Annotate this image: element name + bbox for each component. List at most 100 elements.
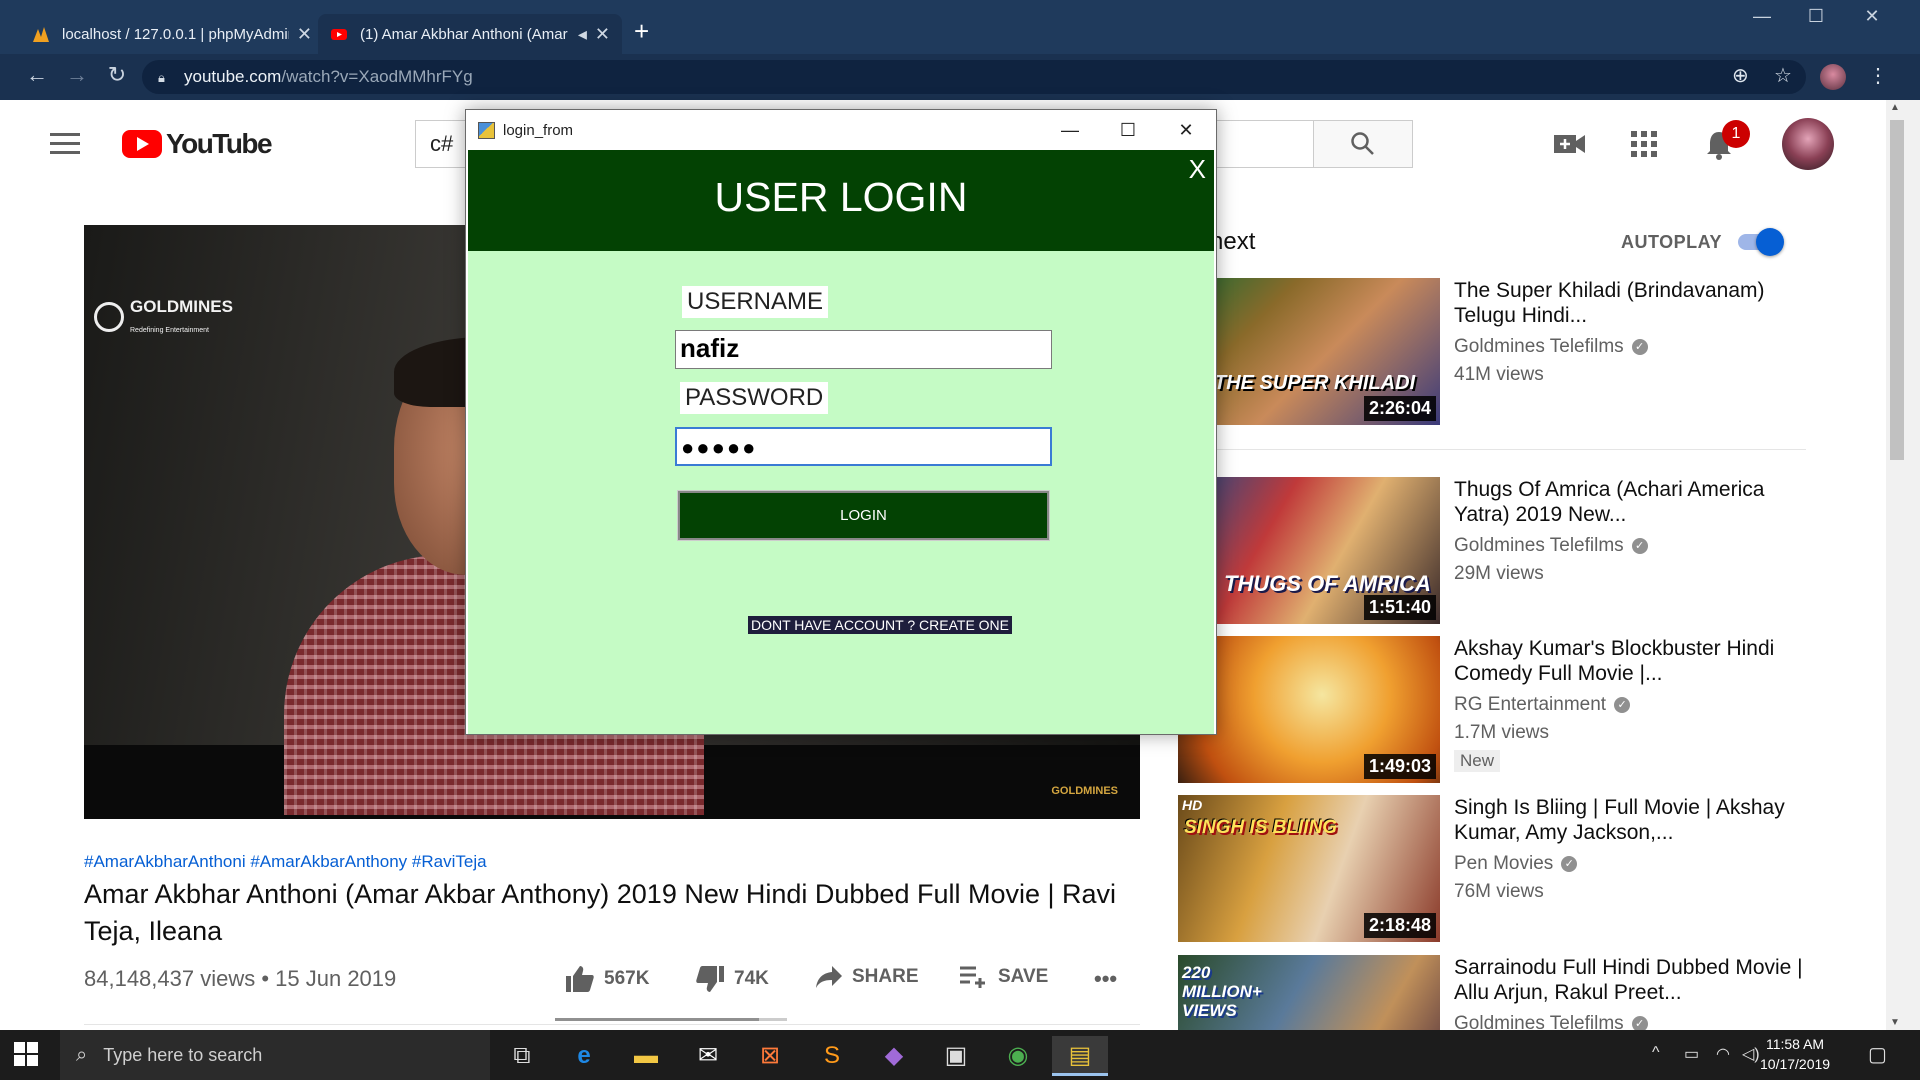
edge-browser-icon[interactable]: e bbox=[556, 1036, 612, 1076]
browser-profile-avatar[interactable] bbox=[1820, 64, 1846, 90]
video-watermark-logo: GOLDMINES Redefining Entertainment bbox=[94, 297, 233, 337]
zoom-icon[interactable]: ⊕ bbox=[1732, 63, 1749, 88]
winforms-app-icon[interactable]: ▤ bbox=[1052, 1036, 1108, 1076]
avatar[interactable] bbox=[1782, 118, 1834, 170]
tab-phpmyadmin[interactable]: localhost / 127.0.0.1 | phpMyAdmin ✕ bbox=[20, 14, 324, 54]
login-button[interactable]: LOGIN bbox=[677, 490, 1050, 541]
browser-menu-icon[interactable]: ⋮ bbox=[1868, 63, 1888, 88]
xampp-icon[interactable]: ⊠ bbox=[742, 1036, 798, 1076]
save-button[interactable]: SAVE bbox=[960, 966, 1048, 988]
autoplay-label: AUTOPLAY bbox=[1621, 232, 1723, 252]
dialog-close-button[interactable]: ✕ bbox=[1164, 114, 1208, 146]
windows-start-icon[interactable] bbox=[14, 1042, 38, 1066]
maximize-window-button[interactable]: ☐ bbox=[1796, 6, 1836, 27]
apps-grid-icon[interactable] bbox=[1631, 131, 1657, 157]
verified-check-icon: ✓ bbox=[1631, 339, 1648, 355]
recommendation-title[interactable]: Singh Is Bliing | Full Movie | Akshay Ku… bbox=[1454, 795, 1814, 845]
close-form-button[interactable]: X bbox=[1189, 154, 1206, 185]
share-button[interactable]: SHARE bbox=[816, 966, 919, 988]
battery-icon[interactable]: ▭ bbox=[1684, 1044, 1699, 1064]
file-explorer-icon[interactable]: ▬ bbox=[618, 1036, 674, 1076]
search-button[interactable] bbox=[1313, 120, 1413, 168]
new-tab-button[interactable]: + bbox=[634, 16, 649, 47]
chrome-icon[interactable]: ◉ bbox=[990, 1036, 1046, 1076]
minimize-window-button[interactable]: — bbox=[1742, 6, 1782, 27]
taskbar-clock[interactable]: 11:58 AM 10/17/2019 bbox=[1760, 1034, 1830, 1074]
username-field[interactable]: nafiz bbox=[675, 330, 1052, 369]
reload-button[interactable]: ↻ bbox=[102, 62, 132, 88]
password-field[interactable]: ●●●●● bbox=[675, 427, 1052, 466]
window-titlebar[interactable]: login_from bbox=[466, 110, 1216, 150]
new-badge: New bbox=[1454, 750, 1501, 772]
recommendation-item[interactable]: THUGS OF AMRICA 1:51:40 Thugs Of Amrica … bbox=[1178, 477, 1878, 627]
youtube-wordmark: YouTube bbox=[166, 128, 273, 159]
recommendation-item[interactable]: 220 MILLION+ VIEWS Sarrainodu Full Hindi… bbox=[1178, 955, 1878, 1030]
share-label: SHARE bbox=[852, 966, 919, 987]
app-form-icon bbox=[478, 121, 495, 139]
view-count: 29M views bbox=[1454, 563, 1544, 584]
hamburger-menu-icon[interactable] bbox=[50, 133, 80, 155]
forward-button[interactable]: → bbox=[62, 62, 92, 88]
thumbs-up-icon bbox=[566, 966, 594, 992]
video-thumbnail[interactable]: 220 MILLION+ VIEWS bbox=[1178, 955, 1440, 1030]
store-icon[interactable]: ▣ bbox=[928, 1036, 984, 1076]
dialog-minimize-button[interactable]: — bbox=[1048, 114, 1092, 146]
tray-overflow-icon[interactable]: ^ bbox=[1652, 1044, 1660, 1062]
create-video-icon[interactable] bbox=[1554, 133, 1586, 155]
divider bbox=[84, 1024, 1140, 1025]
address-bar[interactable]: 🔒︎ youtube.com/watch?v=XaodMMhrFYg bbox=[142, 60, 1806, 94]
channel-name[interactable]: Goldmines Telefilms ✓ bbox=[1454, 1013, 1648, 1030]
youtube-logo[interactable]: YouTube bbox=[122, 128, 273, 160]
back-button[interactable]: ← bbox=[22, 62, 52, 88]
scroll-up-arrow-icon[interactable]: ▲ bbox=[1890, 102, 1900, 113]
clock-date: 10/17/2019 bbox=[1760, 1056, 1831, 1072]
video-views-date: 84,148,437 views • 15 Jun 2019 bbox=[84, 966, 397, 991]
recommendation-item[interactable]: THE SUPER KHILADI 2:26:04 The Super Khil… bbox=[1178, 278, 1878, 428]
video-thumbnail[interactable]: 1:49:03 bbox=[1178, 636, 1440, 783]
password-label: PASSWORD bbox=[680, 382, 829, 414]
dialog-maximize-button[interactable]: ☐ bbox=[1106, 114, 1150, 146]
video-hashtags[interactable]: #AmarAkbharAnthoni #AmarAkbarAnthony #Ra… bbox=[84, 852, 487, 872]
autoplay-toggle[interactable] bbox=[1738, 228, 1784, 256]
video-thumbnail[interactable]: THE SUPER KHILADI 2:26:04 bbox=[1178, 278, 1440, 425]
scroll-down-arrow-icon[interactable]: ▼ bbox=[1890, 1017, 1900, 1028]
verified-check-icon: ✓ bbox=[1614, 697, 1631, 713]
sublime-text-icon[interactable]: S bbox=[804, 1036, 860, 1076]
url-host: youtube.com bbox=[184, 67, 282, 86]
window-title: login_from bbox=[503, 121, 574, 139]
like-button[interactable]: 567K bbox=[566, 966, 649, 992]
volume-icon[interactable]: ◁) bbox=[1742, 1044, 1760, 1064]
dislike-button[interactable]: 74K bbox=[696, 966, 769, 992]
bookmark-star-icon[interactable]: ☆ bbox=[1774, 63, 1792, 88]
recommendation-title[interactable]: The Super Khiladi (Brindavanam) Telugu H… bbox=[1454, 278, 1814, 328]
channel-name[interactable]: RG Entertainment ✓ bbox=[1454, 694, 1631, 716]
channel-name[interactable]: Pen Movies ✓ bbox=[1454, 853, 1578, 875]
username-label: USERNAME bbox=[682, 286, 829, 318]
channel-name[interactable]: Goldmines Telefilms ✓ bbox=[1454, 336, 1648, 358]
recommendation-title[interactable]: Sarrainodu Full Hindi Dubbed Movie | All… bbox=[1454, 955, 1814, 1005]
recommendation-title[interactable]: Akshay Kumar's Blockbuster Hindi Comedy … bbox=[1454, 636, 1814, 686]
channel-name[interactable]: Goldmines Telefilms ✓ bbox=[1454, 535, 1648, 557]
taskbar-search-box[interactable]: ⌕ Type here to search bbox=[60, 1030, 490, 1080]
dislike-count: 74K bbox=[734, 968, 769, 989]
recommendation-title[interactable]: Thugs Of Amrica (Achari America Yatra) 2… bbox=[1454, 477, 1814, 527]
close-tab-icon[interactable]: ✕ bbox=[297, 24, 312, 45]
login-header: USER LOGIN X bbox=[468, 150, 1214, 251]
video-thumbnail[interactable]: HD SINGH IS BLIING 2:18:48 bbox=[1178, 795, 1440, 942]
task-view-icon[interactable]: ⧉ bbox=[494, 1036, 550, 1076]
scrollbar-thumb[interactable] bbox=[1890, 120, 1904, 460]
create-account-link[interactable]: DONT HAVE ACCOUNT ? CREATE ONE bbox=[748, 616, 1013, 634]
visual-studio-icon[interactable]: ◆ bbox=[866, 1036, 922, 1076]
page-scrollbar[interactable]: ▲ ▼ bbox=[1886, 100, 1920, 1030]
close-tab-icon[interactable]: ✕ bbox=[595, 24, 610, 45]
recommendation-item[interactable]: HD SINGH IS BLIING 2:18:48 Singh Is Blii… bbox=[1178, 795, 1878, 945]
action-center-icon[interactable]: ▢ bbox=[1868, 1042, 1887, 1067]
recommendation-item[interactable]: 1:49:03 Akshay Kumar's Blockbuster Hindi… bbox=[1178, 636, 1878, 786]
tab-youtube[interactable]: (1) Amar Akbhar Anthoni (Amar Akbar Anth… bbox=[318, 14, 622, 54]
close-window-button[interactable]: ✕ bbox=[1852, 6, 1892, 27]
video-thumbnail[interactable]: THUGS OF AMRICA 1:51:40 bbox=[1178, 477, 1440, 624]
mail-icon[interactable]: ✉ bbox=[680, 1036, 736, 1076]
mute-tab-icon[interactable]: ◂ bbox=[578, 24, 587, 45]
more-actions-button[interactable]: ••• bbox=[1094, 966, 1117, 992]
wifi-icon[interactable]: ◠ bbox=[1716, 1044, 1730, 1064]
